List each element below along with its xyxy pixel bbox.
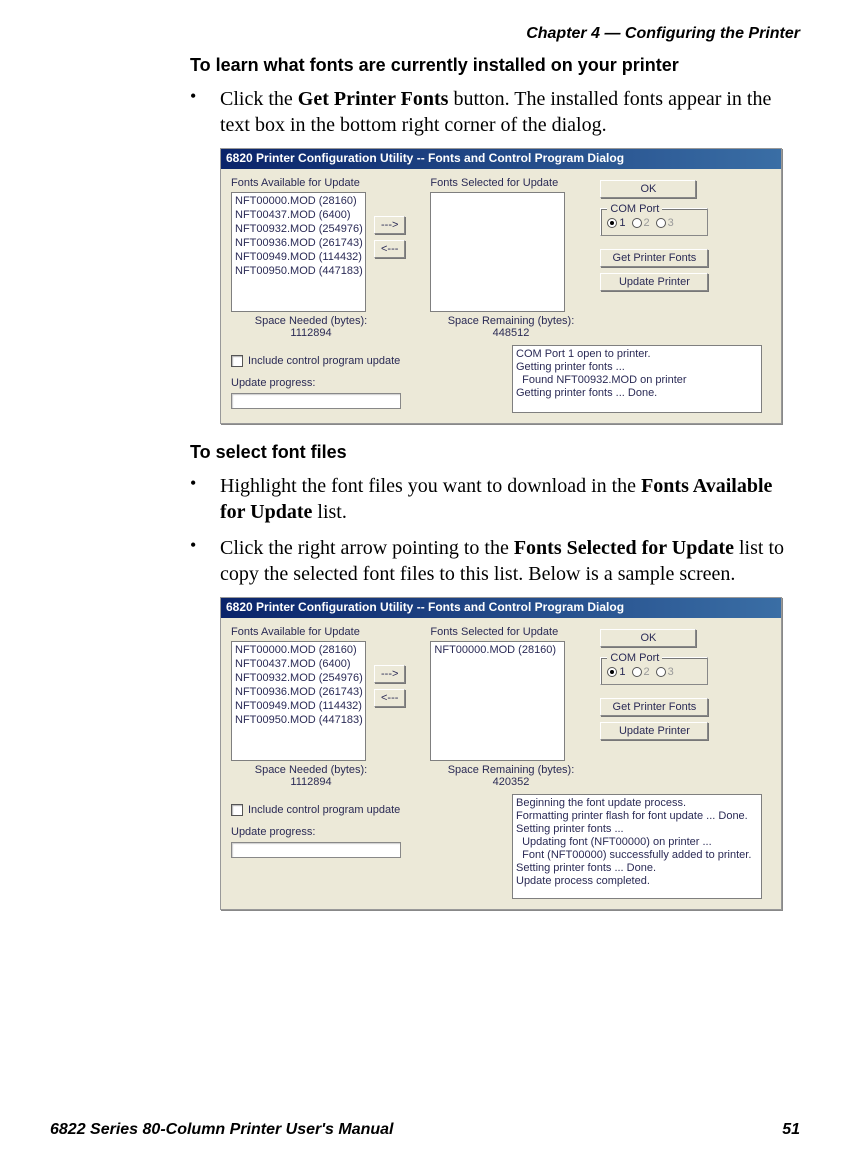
get-printer-fonts-button[interactable]: Get Printer Fonts xyxy=(600,698,708,716)
com-port-group: COM Port 1 2 3 xyxy=(600,657,708,685)
bold-text: Get Printer Fonts xyxy=(298,88,449,110)
space-needed-label: Space Needed (bytes): xyxy=(231,764,391,776)
radio-label: 1 xyxy=(619,666,625,678)
move-left-button[interactable]: <--- xyxy=(374,240,405,258)
dialog-titlebar: 6820 Printer Configuration Utility -- Fo… xyxy=(221,598,781,618)
bullet-icon: • xyxy=(190,473,220,525)
status-textbox: COM Port 1 open to printer. Getting prin… xyxy=(512,345,762,413)
com-port-2[interactable]: 2 xyxy=(632,666,650,678)
radio-label: 3 xyxy=(668,217,674,229)
update-printer-button[interactable]: Update Printer xyxy=(600,273,708,291)
com-port-3[interactable]: 3 xyxy=(656,217,674,229)
update-progress-label: Update progress: xyxy=(231,826,486,838)
update-progress-bar xyxy=(231,393,401,409)
radio-label: 2 xyxy=(644,217,650,229)
update-progress-label: Update progress: xyxy=(231,377,486,389)
text: Click the xyxy=(220,88,298,110)
fonts-selected-label: Fonts Selected for Update xyxy=(430,626,570,638)
radio-label: 3 xyxy=(668,666,674,678)
ok-button[interactable]: OK xyxy=(600,180,696,198)
include-control-checkbox[interactable] xyxy=(231,804,243,816)
com-port-1[interactable]: 1 xyxy=(607,217,625,229)
com-port-label: COM Port xyxy=(607,203,662,215)
dialog-titlebar: 6820 Printer Configuration Utility -- Fo… xyxy=(221,149,781,169)
text: list. xyxy=(312,501,346,523)
move-right-button[interactable]: ---> xyxy=(374,216,405,234)
com-port-3[interactable]: 3 xyxy=(656,666,674,678)
space-needed-value: 1112894 xyxy=(231,327,391,339)
section2-bullet2: Click the right arrow pointing to the Fo… xyxy=(220,535,800,587)
section1-heading: To learn what fonts are currently instal… xyxy=(190,55,800,76)
fonts-selected-label: Fonts Selected for Update xyxy=(430,177,570,189)
get-printer-fonts-button[interactable]: Get Printer Fonts xyxy=(600,249,708,267)
dialog-screenshot-1: 6820 Printer Configuration Utility -- Fo… xyxy=(220,148,782,424)
include-control-checkbox[interactable] xyxy=(231,355,243,367)
chapter-header: Chapter 4 — Configuring the Printer xyxy=(526,25,800,43)
radio-label: 1 xyxy=(619,217,625,229)
fonts-available-list[interactable]: NFT00000.MOD (28160) NFT00437.MOD (6400)… xyxy=(231,641,366,761)
footer-manual: 6822 Series 80-Column Printer User's Man… xyxy=(50,1121,394,1139)
com-port-label: COM Port xyxy=(607,652,662,664)
section2-heading: To select font files xyxy=(190,442,800,463)
fonts-available-label: Fonts Available for Update xyxy=(231,177,371,189)
move-left-button[interactable]: <--- xyxy=(374,689,405,707)
fonts-selected-list[interactable]: NFT00000.MOD (28160) xyxy=(430,641,565,761)
footer-page: 51 xyxy=(782,1121,800,1139)
space-remaining-value: 420352 xyxy=(431,776,591,788)
space-remaining-value: 448512 xyxy=(431,327,591,339)
include-control-label: Include control program update xyxy=(248,804,400,816)
ok-button[interactable]: OK xyxy=(600,629,696,647)
bullet-icon: • xyxy=(190,86,220,138)
radio-label: 2 xyxy=(644,666,650,678)
include-control-label: Include control program update xyxy=(248,355,400,367)
com-port-1[interactable]: 1 xyxy=(607,666,625,678)
section1-bullet1: Click the Get Printer Fonts button. The … xyxy=(220,86,800,138)
update-progress-bar xyxy=(231,842,401,858)
dialog-screenshot-2: 6820 Printer Configuration Utility -- Fo… xyxy=(220,597,782,910)
section2-bullet1: Highlight the font files you want to dow… xyxy=(220,473,800,525)
fonts-available-list[interactable]: NFT00000.MOD (28160) NFT00437.MOD (6400)… xyxy=(231,192,366,312)
bold-text: Fonts Selected for Update xyxy=(514,537,734,559)
com-port-group: COM Port 1 2 3 xyxy=(600,208,708,236)
text: Click the right arrow pointing to the xyxy=(220,537,514,559)
bullet-icon: • xyxy=(190,535,220,587)
space-remaining-label: Space Remaining (bytes): xyxy=(431,315,591,327)
move-right-button[interactable]: ---> xyxy=(374,665,405,683)
com-port-2[interactable]: 2 xyxy=(632,217,650,229)
status-textbox: Beginning the font update process. Forma… xyxy=(512,794,762,899)
space-needed-value: 1112894 xyxy=(231,776,391,788)
fonts-selected-list[interactable] xyxy=(430,192,565,312)
fonts-available-label: Fonts Available for Update xyxy=(231,626,371,638)
space-remaining-label: Space Remaining (bytes): xyxy=(431,764,591,776)
update-printer-button[interactable]: Update Printer xyxy=(600,722,708,740)
text: Highlight the font files you want to dow… xyxy=(220,475,641,497)
space-needed-label: Space Needed (bytes): xyxy=(231,315,391,327)
